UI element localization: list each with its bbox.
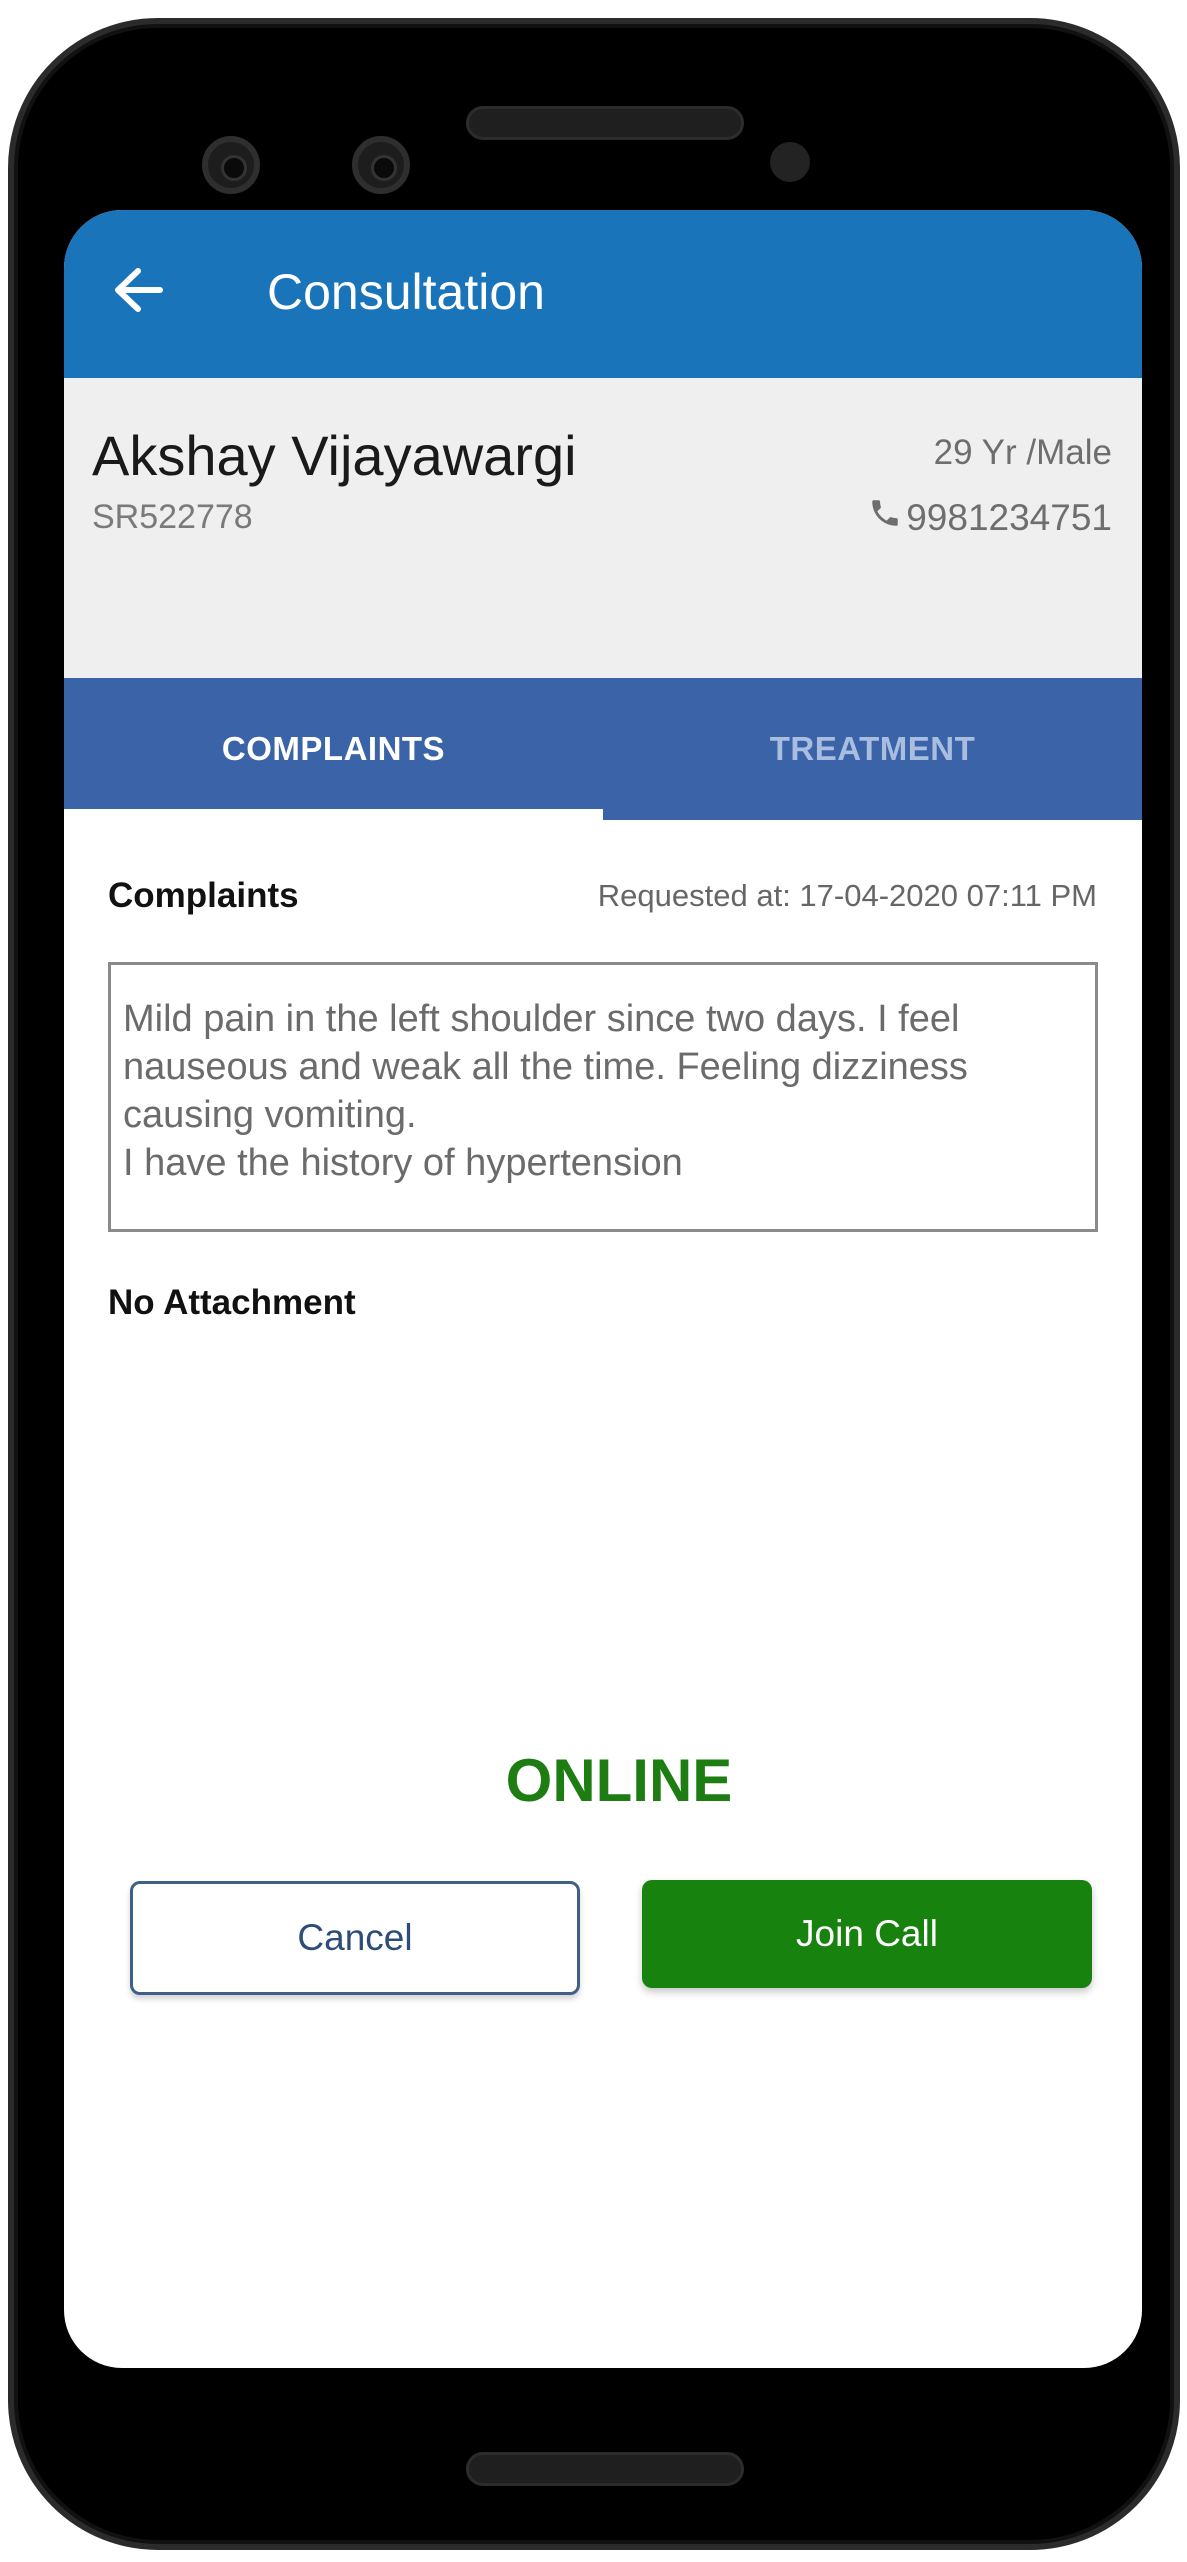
active-tab-indicator: [64, 809, 603, 820]
tab-bar: COMPLAINTS TREATMENT: [64, 678, 1142, 820]
tab-treatment[interactable]: TREATMENT: [603, 678, 1142, 820]
app-bar: Consultation: [64, 210, 1142, 378]
patient-phone[interactable]: 9981234751: [868, 496, 1112, 539]
arrow-left-icon[interactable]: [106, 260, 166, 320]
earpiece-speaker: [466, 106, 744, 140]
complaint-text-box: Mild pain in the left shoulder since two…: [108, 962, 1098, 1232]
front-camera-icon: [202, 136, 260, 194]
front-camera-icon: [352, 136, 410, 194]
app-screen: Consultation Akshay Vijayawargi SR522778…: [64, 210, 1142, 2368]
bottom-speaker: [466, 2452, 744, 2486]
complaints-heading: Complaints: [108, 876, 299, 915]
patient-name: Akshay Vijayawargi: [92, 424, 577, 487]
tab-complaints[interactable]: COMPLAINTS: [64, 678, 603, 820]
consultation-status: ONLINE: [505, 1747, 733, 1814]
requested-timestamp: Requested at: 17-04-2020 07:11 PM: [597, 878, 1097, 913]
phone-number: 9981234751: [906, 496, 1112, 538]
patient-age-gender: 29 Yr /Male: [933, 433, 1112, 472]
page-title: Consultation: [267, 264, 545, 320]
patient-info-card: Akshay Vijayawargi SR522778 29 Yr /Male …: [64, 378, 1142, 678]
cancel-button[interactable]: Cancel: [130, 1881, 580, 1995]
attachment-status: No Attachment: [108, 1283, 356, 1322]
phone-icon: [868, 496, 902, 539]
proximity-sensor: [770, 142, 810, 182]
join-call-button[interactable]: Join Call: [642, 1880, 1092, 1988]
phone-frame: Consultation Akshay Vijayawargi SR522778…: [8, 18, 1180, 2550]
patient-id: SR522778: [92, 498, 253, 536]
